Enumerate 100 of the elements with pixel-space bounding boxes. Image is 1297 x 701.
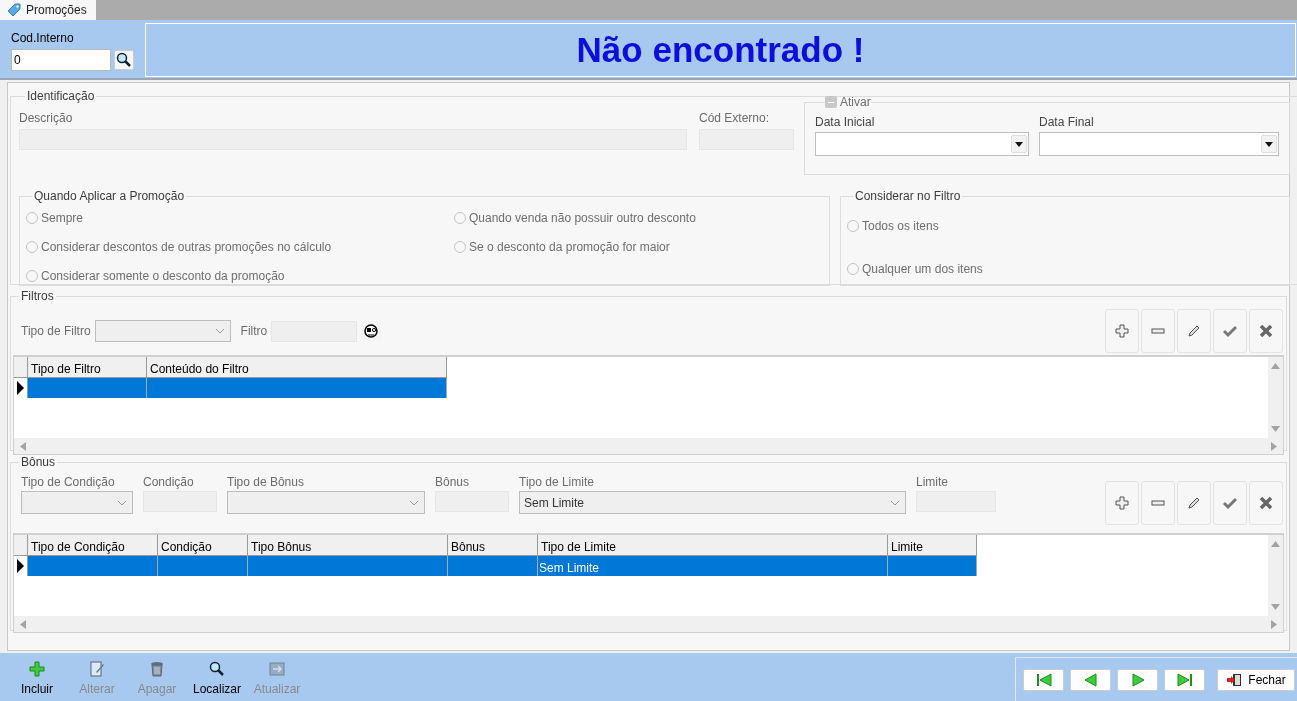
filter-type-dropdown[interactable] bbox=[94, 320, 231, 342]
checkmark-icon bbox=[1223, 324, 1237, 338]
dropdown[interactable] bbox=[21, 491, 133, 514]
column-header[interactable]: Conteúdo do Filtro bbox=[147, 357, 447, 378]
scroll-up-icon bbox=[1271, 363, 1280, 369]
option-label: Qualquer um dos itens bbox=[862, 261, 983, 278]
field-label: Filtro bbox=[240, 323, 268, 340]
group-title: Bônus bbox=[20, 454, 57, 471]
skip-end-icon bbox=[1176, 672, 1193, 687]
column-header[interactable]: Tipo de Limite bbox=[538, 535, 888, 556]
tab-label: Promoções bbox=[26, 2, 87, 19]
option-label: Quando venda não possuir outro desconto bbox=[469, 210, 696, 227]
search-icon bbox=[209, 660, 225, 677]
clear-filter-button[interactable] bbox=[361, 321, 382, 341]
field-label: Cod.Interno bbox=[11, 30, 75, 47]
dropdown[interactable]: Sem Limite bbox=[519, 491, 906, 514]
option-label: Se o desconto da promoção for maior bbox=[469, 239, 670, 256]
caret-icon bbox=[1265, 141, 1273, 147]
field-label: Tipo de Limite bbox=[519, 474, 595, 491]
pencil-icon bbox=[1187, 496, 1201, 510]
column-header[interactable]: Bônus bbox=[448, 535, 538, 556]
field-label: Tipo de Filtro bbox=[21, 323, 91, 340]
scroll-left-icon bbox=[20, 441, 26, 451]
group-title: Quando Aplicar a Promoção bbox=[33, 188, 186, 205]
triangle-left-icon bbox=[1082, 672, 1099, 687]
vertical-scrollbar[interactable] bbox=[1268, 535, 1283, 616]
scroll-right-icon bbox=[1271, 619, 1277, 629]
scroll-down-icon bbox=[1271, 426, 1280, 432]
toolbar-button[interactable]: Localizar bbox=[188, 657, 246, 701]
checkbox[interactable] bbox=[825, 96, 837, 108]
plus-icon bbox=[1115, 496, 1129, 510]
last-button[interactable] bbox=[1164, 668, 1205, 691]
code-input[interactable]: 0 bbox=[11, 49, 111, 71]
skip-start-icon bbox=[1035, 672, 1052, 687]
dropdown[interactable] bbox=[227, 491, 425, 514]
confirm-button[interactable] bbox=[1213, 309, 1247, 353]
previous-button[interactable] bbox=[1070, 668, 1111, 691]
edit-document-icon bbox=[89, 660, 105, 677]
chevron-icon bbox=[409, 499, 419, 506]
chevron-icon bbox=[890, 499, 900, 506]
row-pointer-icon bbox=[17, 381, 24, 395]
field-label: Condição bbox=[143, 474, 195, 491]
trash-can-icon bbox=[149, 660, 165, 677]
close-button[interactable]: Fechar bbox=[1217, 668, 1295, 691]
group-title: Identificação bbox=[26, 88, 96, 105]
scroll-down-icon bbox=[1271, 604, 1280, 610]
search-button[interactable] bbox=[114, 50, 134, 70]
status-message: Não encontrado ! bbox=[576, 28, 865, 71]
next-button[interactable] bbox=[1117, 668, 1158, 691]
checkmark-icon bbox=[1223, 496, 1237, 510]
option-label: Considerar somente o desconto da promoção bbox=[41, 268, 285, 285]
remove-button[interactable] bbox=[1141, 481, 1175, 525]
table-cell: Sem Limite bbox=[538, 556, 888, 576]
row-pointer-icon bbox=[17, 559, 24, 573]
add-button[interactable] bbox=[1105, 309, 1139, 353]
add-button[interactable] bbox=[1105, 481, 1139, 525]
field-label: Tipo de Bônus bbox=[227, 474, 305, 491]
field-label: Bônus bbox=[435, 474, 471, 491]
column-header[interactable]: Limite bbox=[888, 535, 977, 556]
option-label: Sempre bbox=[41, 210, 84, 227]
remove-button[interactable] bbox=[1141, 309, 1175, 353]
column-header[interactable]: Tipo Bônus bbox=[248, 535, 448, 556]
field-label: Cód Externo: bbox=[699, 110, 771, 127]
group-title: Filtros bbox=[20, 288, 55, 305]
pencil-icon bbox=[1187, 324, 1201, 338]
first-button[interactable] bbox=[1023, 668, 1064, 691]
vertical-scrollbar[interactable] bbox=[1268, 357, 1283, 438]
header-corner-cell bbox=[14, 535, 28, 556]
checkbox-label: Ativar bbox=[840, 94, 871, 111]
plus-icon bbox=[1115, 324, 1129, 338]
caret-icon bbox=[1015, 141, 1023, 147]
horizontal-scrollbar[interactable] bbox=[14, 438, 1283, 454]
field-label: Tipo de Condição bbox=[21, 474, 116, 491]
date-picker[interactable] bbox=[1039, 132, 1279, 156]
option-label: Todos os itens bbox=[862, 218, 939, 235]
scroll-right-icon bbox=[1271, 441, 1277, 451]
confirm-button[interactable] bbox=[1213, 481, 1247, 525]
table-row[interactable] bbox=[14, 378, 447, 398]
header-corner-cell bbox=[14, 357, 28, 378]
column-header[interactable]: Tipo de Filtro bbox=[28, 357, 147, 378]
face-icon bbox=[364, 324, 379, 338]
exit-door-icon bbox=[1226, 672, 1243, 687]
table-row[interactable]: Sem Limite bbox=[14, 556, 977, 576]
toolbar-button[interactable]: Incluir bbox=[8, 657, 66, 701]
search-icon bbox=[116, 52, 132, 68]
column-header[interactable]: Tipo de Condição bbox=[28, 535, 158, 556]
column-header[interactable]: Condição bbox=[158, 535, 248, 556]
cancel-button[interactable] bbox=[1249, 309, 1283, 353]
tag-icon bbox=[6, 2, 22, 18]
horizontal-scrollbar[interactable] bbox=[14, 616, 1283, 632]
triangle-right-icon bbox=[1129, 672, 1146, 687]
chevron-icon bbox=[117, 499, 127, 506]
window-tab[interactable]: Promoções bbox=[0, 0, 96, 20]
option-label: Considerar descontos de outras promoções no cálculo bbox=[41, 239, 332, 256]
scroll-left-icon bbox=[20, 619, 26, 629]
chevron-icon bbox=[214, 328, 225, 334]
cancel-button[interactable] bbox=[1249, 481, 1283, 525]
date-picker[interactable] bbox=[815, 132, 1029, 156]
plus-icon bbox=[29, 660, 45, 677]
field-label: Descrição bbox=[19, 110, 74, 127]
